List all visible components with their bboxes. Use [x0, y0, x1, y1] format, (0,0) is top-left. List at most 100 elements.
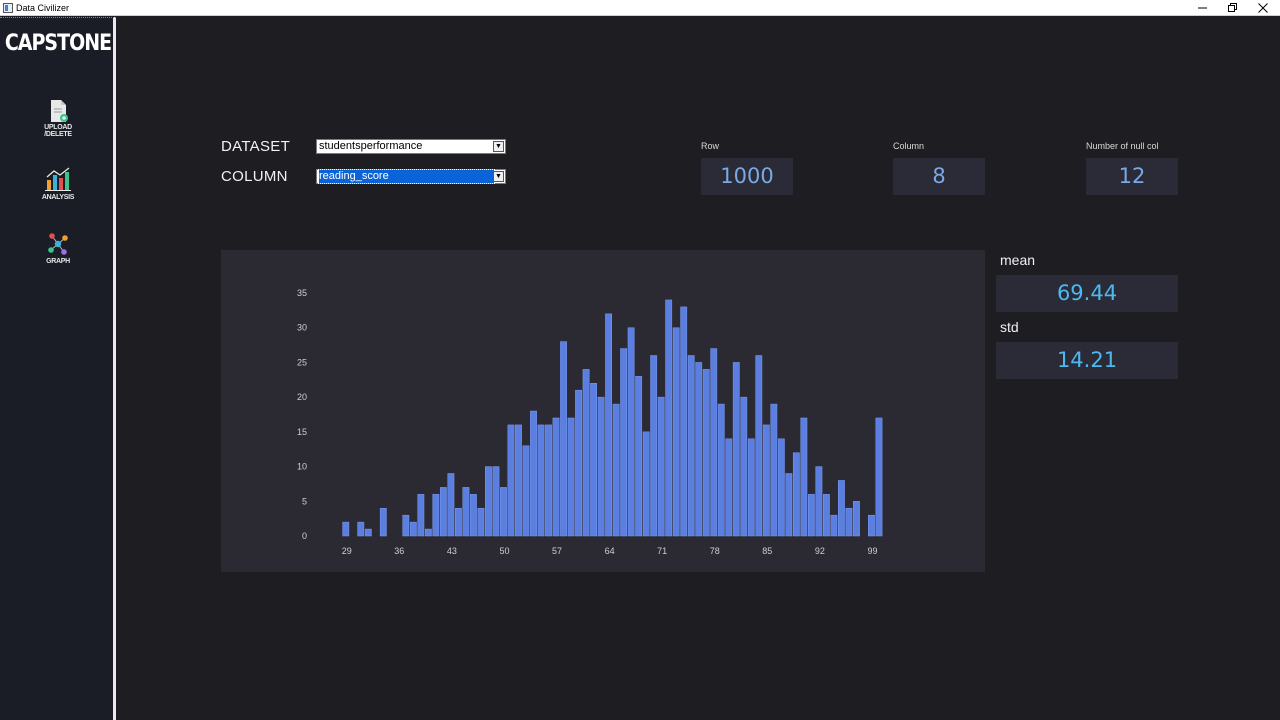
histogram-bar — [680, 306, 688, 537]
column-select[interactable]: reading_score ▼ — [316, 169, 506, 184]
histogram-bar — [342, 521, 350, 537]
histogram-bar — [657, 396, 665, 537]
histogram-bar — [379, 507, 387, 537]
histogram-bar — [792, 452, 800, 537]
x-tick-label: 57 — [552, 546, 562, 556]
dataset-select[interactable]: studentsperformance ▼ — [316, 139, 506, 154]
histogram-bar — [620, 348, 628, 537]
std-label: std — [1000, 319, 1019, 335]
histogram-bar — [665, 299, 673, 537]
row-count-value: 1000 — [701, 158, 793, 195]
histogram-bar — [357, 521, 365, 537]
y-tick-label: 25 — [297, 357, 307, 367]
histogram-bar — [530, 410, 537, 537]
histogram-bar — [755, 355, 763, 537]
histogram-bar — [732, 362, 740, 537]
histogram-bar — [575, 389, 582, 537]
histogram-bar — [822, 494, 830, 537]
histogram-bar — [485, 466, 492, 537]
histogram-bar — [710, 348, 718, 537]
histogram-bar — [838, 480, 845, 537]
x-tick-label: 85 — [762, 546, 772, 556]
main-content: DATASET studentsperformance ▼ COLUMN rea… — [119, 17, 1280, 720]
column-count-label: Column — [893, 141, 925, 151]
histogram-bar — [612, 403, 620, 537]
histogram-bar — [717, 403, 725, 537]
histogram-bar — [522, 445, 530, 537]
histogram-bar — [747, 438, 755, 537]
histogram-bar — [695, 362, 703, 537]
histogram-bar — [537, 424, 545, 537]
y-tick-label: 5 — [302, 496, 307, 506]
sidebar-item-label: UPLOAD — [44, 124, 72, 131]
histogram-bar — [470, 494, 477, 537]
x-tick-label: 36 — [394, 546, 404, 556]
histogram-bar — [477, 507, 485, 537]
histogram-bar — [590, 383, 597, 537]
histogram-bar — [439, 487, 447, 537]
histogram-bar — [515, 424, 522, 537]
histogram-bar — [424, 528, 432, 537]
histogram-bar — [868, 514, 875, 537]
histogram-bar — [785, 473, 793, 537]
y-tick-label: 0 — [302, 531, 307, 541]
sidebar-item-graph[interactable]: GRAPH — [28, 231, 88, 265]
app-icon — [3, 3, 13, 13]
histogram-bar — [740, 396, 748, 537]
histogram-bar — [560, 341, 567, 537]
histogram-bar — [762, 424, 770, 537]
histogram-bar — [815, 466, 823, 537]
histogram-bar — [409, 521, 417, 537]
x-tick-label: 71 — [657, 546, 667, 556]
histogram-bar — [432, 494, 440, 537]
mean-label: mean — [1000, 252, 1036, 268]
histogram-bar — [672, 327, 680, 537]
histogram-bar — [500, 487, 507, 537]
chevron-down-icon: ▼ — [493, 141, 504, 152]
sidebar-item-label: /DELETE — [44, 131, 72, 138]
histogram-bar — [605, 313, 613, 537]
restore-icon — [1228, 2, 1237, 12]
y-tick-label: 15 — [297, 427, 307, 437]
histogram-bar — [702, 369, 710, 537]
dataset-label: DATASET — [221, 138, 291, 155]
histogram-bar — [462, 487, 470, 537]
histogram-bar — [845, 507, 853, 537]
x-tick-label: 78 — [710, 546, 720, 556]
x-tick-label: 99 — [867, 546, 877, 556]
histogram-bar — [447, 473, 455, 537]
histogram-bar — [417, 494, 425, 537]
histogram-bar — [597, 396, 605, 537]
histogram-bar — [650, 355, 658, 537]
histogram-bar — [875, 417, 883, 537]
histogram-chart: 0 5 10 15 20 25 30 35 29 36 43 50 57 64 71 78 85 92 99 — [297, 288, 883, 556]
sidebar-item-upload[interactable]: UPLOAD /DELETE — [28, 99, 88, 138]
null-count-label: Number of null col — [1086, 141, 1159, 151]
restore-button[interactable] — [1218, 0, 1248, 15]
column-count-value: 8 — [893, 158, 985, 195]
x-tick-label: 64 — [605, 546, 615, 556]
histogram-bar — [725, 438, 733, 537]
histogram-bar — [507, 424, 515, 537]
y-tick-label: 30 — [297, 323, 307, 333]
dataset-select-value: studentsperformance — [319, 140, 423, 152]
sidebar-item-analysis[interactable]: ANALYSIS — [28, 167, 88, 201]
chevron-down-icon: ▼ — [493, 171, 504, 182]
sidebar-item-label: ANALYSIS — [41, 194, 75, 201]
histogram-bar — [853, 501, 860, 537]
minimize-button[interactable] — [1188, 0, 1218, 15]
y-tick-label: 20 — [297, 392, 307, 402]
histogram-bar — [800, 417, 808, 537]
window-titlebar: Data Civilizer — [0, 0, 1280, 16]
y-tick-label: 35 — [297, 288, 307, 298]
close-button[interactable] — [1248, 0, 1278, 15]
app-logo: CAPSTONE — [4, 30, 112, 56]
histogram-bar — [455, 507, 462, 537]
null-count-value: 12 — [1086, 158, 1178, 195]
window-title: Data Civilizer — [16, 3, 70, 13]
histogram-bar — [545, 424, 552, 537]
histogram-bar — [582, 369, 590, 537]
histogram-bar — [830, 514, 838, 537]
column-select-value: reading_score — [318, 169, 495, 184]
histogram-bar — [402, 514, 410, 537]
